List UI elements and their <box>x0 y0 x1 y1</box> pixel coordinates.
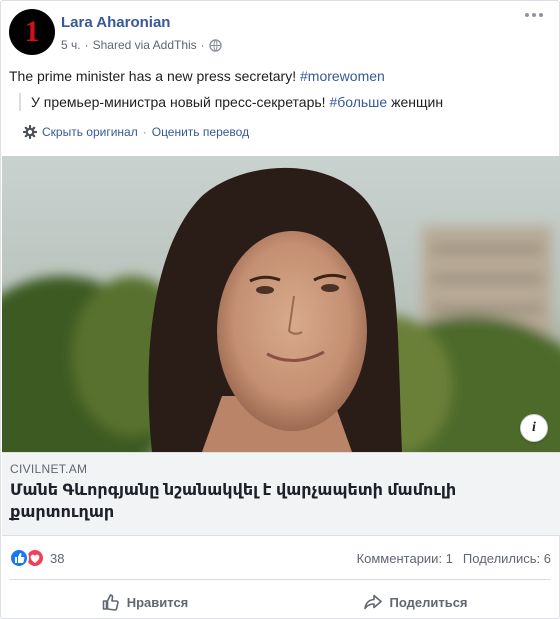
link-separator: · <box>142 125 147 139</box>
reactions-summary[interactable]: 38 <box>9 548 64 568</box>
translation-controls: Скрыть оригинал · Оценить перевод <box>23 125 249 139</box>
globe-icon[interactable] <box>208 38 222 52</box>
thumbs-up-icon <box>102 594 119 611</box>
post-card: 1 Lara Aharonian 5 ч. · Shared via AddTh… <box>0 0 560 619</box>
link-title[interactable]: Մանե Գևորգյանը նշանակվել է վարչապետի մամ… <box>10 480 530 524</box>
post-time[interactable]: 5 ч. <box>61 38 81 52</box>
rate-translation-link[interactable]: Оценить перевод <box>152 125 249 139</box>
avatar[interactable]: 1 <box>9 9 55 55</box>
action-bar: Нравится Поделиться <box>9 585 551 619</box>
hashtag-link[interactable]: #morewomen <box>300 68 385 84</box>
reactions-count: 38 <box>50 550 65 566</box>
shared-via[interactable]: Shared via AddThis <box>93 38 197 52</box>
translation-text-end: женщин <box>387 94 444 110</box>
share-button-label: Поделиться <box>389 594 468 610</box>
like-reaction-icon <box>9 548 29 568</box>
shares-count[interactable]: Поделились: 6 <box>463 551 551 566</box>
more-dots-icon[interactable] <box>525 13 543 17</box>
meta-separator: · <box>84 38 89 52</box>
post-text: The prime minister has a new press secre… <box>9 67 385 85</box>
portrait-photo <box>2 156 560 452</box>
gear-icon[interactable] <box>23 125 37 139</box>
comment-share-stats: Комментарии: 1 Поделились: 6 <box>357 551 551 566</box>
translated-text: У премьер-министра новый пресс-секретарь… <box>19 93 549 111</box>
link-preview[interactable]: CIVILNET.AM Մանե Գևորգյանը նշանակվել է վ… <box>2 452 560 536</box>
meta-separator-2: · <box>200 38 205 52</box>
comments-count[interactable]: Комментарии: 1 <box>357 551 453 566</box>
link-domain: CIVILNET.AM <box>10 462 88 476</box>
hide-original-link[interactable]: Скрыть оригинал <box>42 125 138 139</box>
share-button[interactable]: Поделиться <box>280 585 551 619</box>
share-arrow-icon <box>364 594 383 610</box>
avatar-logo: 1 <box>24 15 40 48</box>
translation-hashtag-link[interactable]: #больше <box>329 94 387 110</box>
post-meta: 5 ч. · Shared via AddThis · <box>61 38 222 52</box>
author-name[interactable]: Lara Aharonian <box>61 14 170 31</box>
engagement-stats: 38 Комментарии: 1 Поделились: 6 <box>9 546 551 570</box>
like-button[interactable]: Нравится <box>9 585 280 619</box>
link-preview-image[interactable]: i <box>2 156 560 452</box>
post-text-main: The prime minister has a new press secre… <box>9 68 300 84</box>
info-icon[interactable]: i <box>520 414 548 442</box>
post-header: 1 Lara Aharonian 5 ч. · Shared via AddTh… <box>9 9 549 57</box>
translation-text: У премьер-министра новый пресс-секретарь… <box>31 94 330 110</box>
divider <box>9 579 551 580</box>
like-button-label: Нравится <box>126 594 189 610</box>
